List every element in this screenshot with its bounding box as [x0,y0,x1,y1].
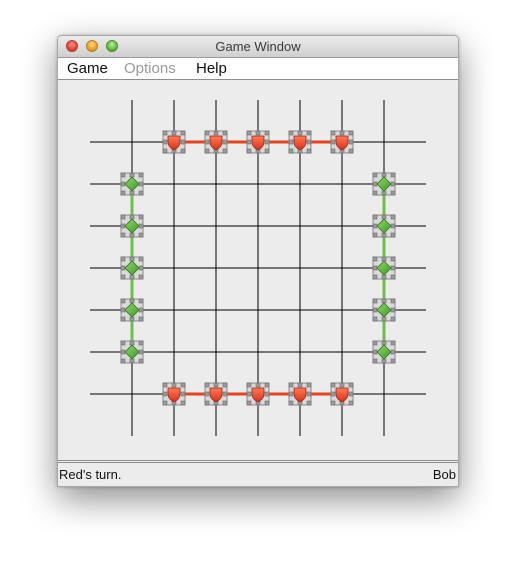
red-shield-icon[interactable] [162,130,186,154]
red-shield-icon[interactable] [204,382,228,406]
game-window: Game Window Game Options Help Red's turn… [57,35,459,487]
red-shield-icon[interactable] [330,382,354,406]
green-diamond-icon[interactable] [372,256,396,280]
green-diamond-icon[interactable] [120,256,144,280]
green-diamond-icon[interactable] [372,214,396,238]
green-diamond-icon[interactable] [372,298,396,322]
menu-help[interactable]: Help [196,58,227,79]
green-diamond-icon[interactable] [120,340,144,364]
red-shield-icon[interactable] [330,130,354,154]
green-diamond-icon[interactable] [120,172,144,196]
red-shield-icon[interactable] [246,130,270,154]
green-diamond-icon[interactable] [120,214,144,238]
game-board[interactable] [58,80,458,461]
menu-bar: Game Options Help [58,58,458,80]
turn-status: Red's turn. [59,467,122,482]
board-canvas[interactable] [58,80,458,460]
green-diamond-icon[interactable] [120,298,144,322]
window-title: Game Window [215,39,301,54]
menu-game[interactable]: Game [67,58,108,79]
red-shield-icon[interactable] [288,382,312,406]
green-diamond-icon[interactable] [372,172,396,196]
red-shield-icon[interactable] [162,382,186,406]
status-bar: Red's turn. Bob [58,462,458,486]
title-bar[interactable]: Game Window [58,36,458,58]
red-shield-icon[interactable] [204,130,228,154]
player-name: Bob [432,467,456,482]
red-shield-icon[interactable] [288,130,312,154]
red-shield-icon[interactable] [246,382,270,406]
green-diamond-icon[interactable] [372,340,396,364]
menu-options[interactable]: Options [124,58,176,79]
